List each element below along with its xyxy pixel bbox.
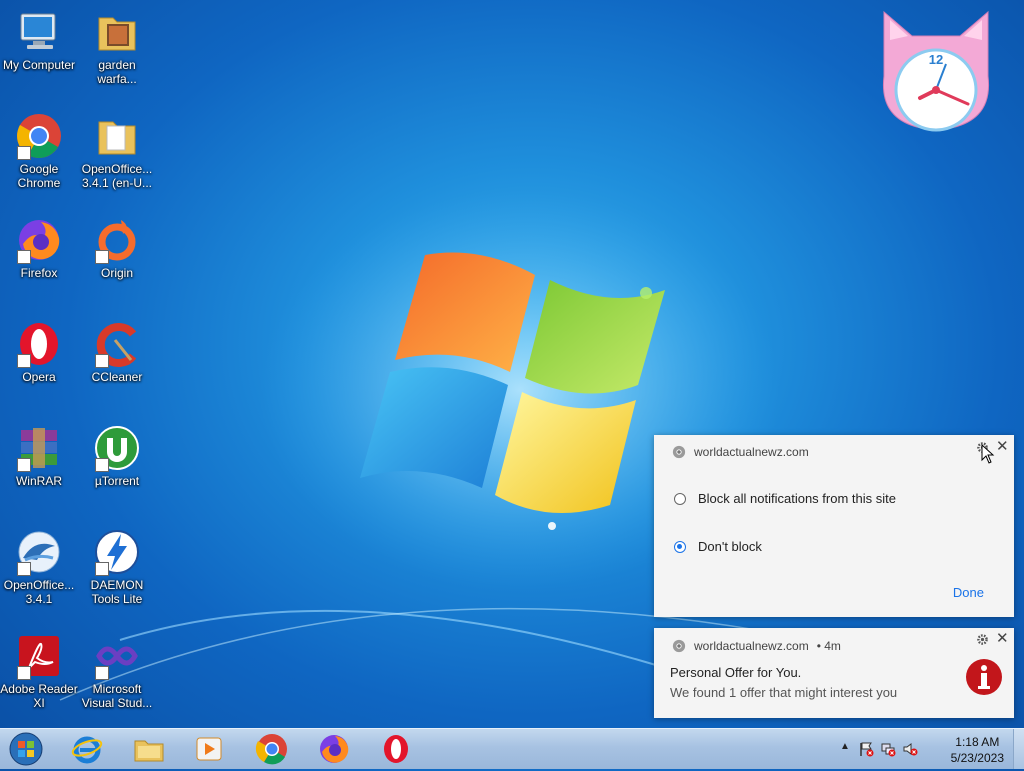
shortcut-arrow-icon [95, 354, 109, 368]
clock-date: 5/23/2023 [950, 751, 1004, 765]
notification-age: • 4m [816, 639, 841, 653]
done-button[interactable]: Done [947, 584, 990, 601]
chrome-icon [672, 639, 686, 653]
notification-body: We found 1 offer that might interest you [670, 685, 898, 700]
info-icon [966, 659, 1002, 695]
shortcut-arrow-icon [95, 250, 109, 264]
desktop-icon-label: Google Chrome [17, 162, 61, 190]
system-tray: ▲ 1:18 AM 5/23/2023 [834, 729, 1024, 769]
radio-block-all[interactable] [674, 492, 686, 505]
volume-muted-icon[interactable] [902, 741, 918, 757]
option-label: Block all notifications from this site [698, 491, 896, 506]
site-name: worldactualnewz.com [694, 639, 809, 653]
cat-clock-icon: 12 [882, 10, 990, 132]
start-button[interactable] [6, 731, 46, 767]
card-header: worldactualnewz.com [672, 445, 809, 459]
action-center-flag-icon[interactable] [858, 741, 874, 757]
desktop-icon-label: OpenOffice... 3.4.1 (en-U... [81, 162, 153, 190]
notification-title: Personal Offer for You. [670, 665, 802, 680]
computer-icon [20, 13, 56, 49]
taskbar-file-explorer[interactable] [132, 732, 166, 766]
file-explorer-icon [134, 740, 164, 762]
clock-gadget[interactable]: 12 [876, 6, 996, 134]
chrome-icon [672, 445, 686, 459]
shortcut-arrow-icon [95, 458, 109, 472]
desktop-icon-opera[interactable]: Opera [0, 320, 78, 384]
folder-icon [98, 17, 136, 51]
shortcut-arrow-icon [17, 250, 31, 264]
option-dont-block[interactable]: Don't block [674, 539, 762, 554]
show-desktop-button[interactable] [1013, 729, 1024, 769]
shortcut-arrow-icon [95, 666, 109, 680]
taskbar-internet-explorer[interactable] [70, 732, 104, 766]
shortcut-arrow-icon [17, 562, 31, 576]
desktop-icon-origin[interactable]: Origin [78, 216, 156, 280]
desktop-icon-ccleaner[interactable]: CCleaner [78, 320, 156, 384]
taskbar-chrome[interactable] [255, 732, 289, 766]
radio-dont-block[interactable] [674, 540, 686, 553]
gear-icon[interactable] [976, 633, 989, 646]
desktop-icon-label: Opera [22, 370, 56, 384]
media-player-icon [196, 737, 222, 761]
folder-icon [98, 121, 136, 155]
clock-time: 1:18 AM [955, 735, 1000, 749]
firefox-icon [320, 735, 349, 763]
desktop-icon-label: WinRAR [15, 474, 62, 488]
shortcut-arrow-icon [17, 146, 31, 160]
notification-settings-card: worldactualnewz.com ✕ Block all notifica… [654, 435, 1014, 617]
shortcut-arrow-icon [17, 354, 31, 368]
desktop-icon-winrar[interactable]: WinRAR [0, 424, 78, 488]
desktop-icon-label: garden warfa... [97, 58, 137, 86]
desktop-icon-google-chrome[interactable]: Google Chrome [0, 112, 78, 190]
option-block-all[interactable]: Block all notifications from this site [674, 491, 896, 506]
desktop-icon-label: Adobe Reader XI [0, 682, 78, 710]
desktop-icon-openoffice-folder[interactable]: OpenOffice... 3.4.1 (en-U... [78, 112, 156, 190]
desktop-icon-label: Microsoft Visual Stud... [81, 682, 153, 710]
network-icon[interactable] [880, 741, 896, 757]
shortcut-arrow-icon [17, 666, 31, 680]
taskbar-media-player[interactable] [192, 732, 226, 766]
option-label: Don't block [698, 539, 762, 554]
close-icon[interactable]: ✕ [996, 631, 1009, 646]
taskbar-clock[interactable]: 1:18 AM 5/23/2023 [951, 734, 1004, 766]
desktop-icon-visual-studio[interactable]: Microsoft Visual Stud... [78, 632, 156, 710]
taskbar: ▲ 1:18 AM 5/23/2023 [0, 728, 1024, 769]
desktop-icon-garden-warfare[interactable]: garden warfa... [78, 8, 156, 86]
opera-icon [384, 735, 408, 763]
desktop-icon-label: µTorrent [94, 474, 140, 488]
shortcut-arrow-icon [17, 458, 31, 472]
desktop-icon-label: My Computer [2, 58, 76, 72]
taskbar-firefox[interactable] [317, 732, 351, 766]
desktop-icon-utorrent[interactable]: µTorrent [78, 424, 156, 488]
desktop-icon-label: Origin [100, 266, 133, 280]
desktop-icon-label: Firefox [20, 266, 58, 280]
clock-hour-label: 12 [929, 52, 943, 67]
card-header: worldactualnewz.com • 4m [672, 639, 841, 653]
show-hidden-icons-icon[interactable]: ▲ [840, 741, 850, 752]
desktop-icon-adobe-reader[interactable]: Adobe Reader XI [0, 632, 78, 710]
desktop-icon-firefox[interactable]: Firefox [0, 216, 78, 280]
desktop-icon-label: CCleaner [91, 370, 143, 384]
desktop-icon-my-computer[interactable]: My Computer [0, 8, 78, 72]
shortcut-arrow-icon [95, 562, 109, 576]
chrome-icon [255, 734, 287, 765]
site-name: worldactualnewz.com [694, 445, 809, 459]
taskbar-opera[interactable] [379, 732, 413, 766]
desktop-icon-daemon-tools[interactable]: DAEMON Tools Lite [78, 528, 156, 606]
internet-explorer-icon [71, 736, 103, 764]
desktop-icon-label: DAEMON Tools Lite [90, 578, 144, 606]
notification-card[interactable]: worldactualnewz.com • 4m ✕ Personal Offe… [654, 628, 1014, 718]
desktop-icon-openoffice[interactable]: OpenOffice... 3.4.1 [0, 528, 78, 606]
close-icon[interactable]: ✕ [996, 439, 1009, 454]
mouse-cursor-icon [981, 444, 995, 464]
desktop-icon-label: OpenOffice... 3.4.1 [3, 578, 75, 606]
